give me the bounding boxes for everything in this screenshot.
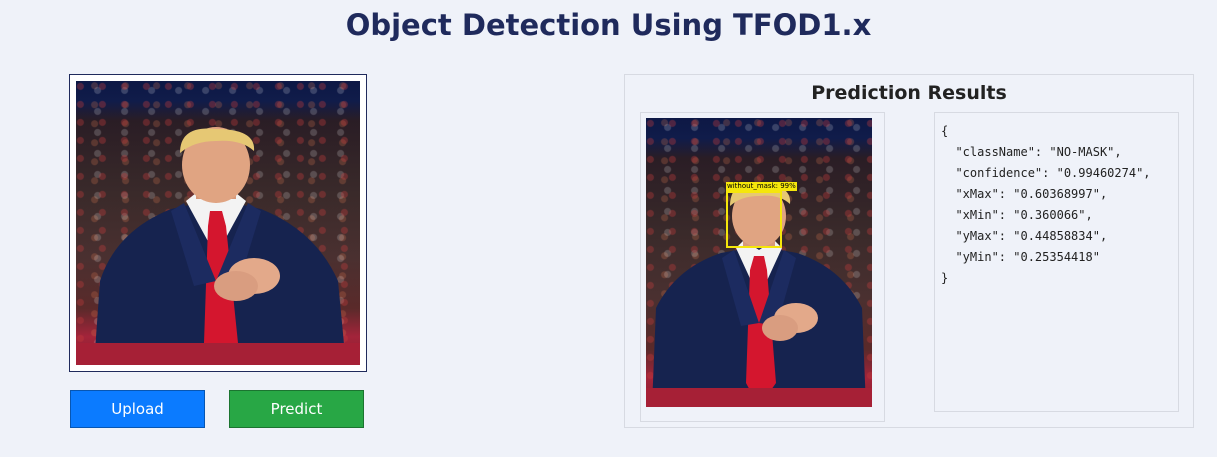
detection-box: [726, 191, 782, 248]
json-line: "yMin": "0.25354418": [941, 250, 1100, 264]
json-line: "xMin": "0.360066",: [941, 208, 1093, 222]
json-line: {: [941, 124, 949, 138]
json-line: "confidence": "0.99460274",: [941, 166, 1151, 180]
json-line: "yMax": "0.44858834",: [941, 229, 1108, 243]
upload-button[interactable]: Upload: [70, 390, 205, 428]
json-line: "xMax": "0.60368997",: [941, 187, 1108, 201]
json-line: "className": "NO-MASK",: [941, 145, 1122, 159]
predict-button[interactable]: Predict: [229, 390, 364, 428]
results-title: Prediction Results: [811, 82, 1007, 104]
page-title: Object Detection Using TFOD1.x: [345, 8, 872, 42]
result-image: without_mask: 99%: [646, 118, 872, 407]
json-line: }: [941, 271, 949, 285]
result-image-frame: without_mask: 99%: [640, 112, 885, 422]
input-image-frame: [69, 74, 367, 372]
prediction-json: { "className": "NO-MASK", "confidence": …: [934, 112, 1179, 412]
input-image: [76, 81, 360, 365]
detection-label: without_mask: 99%: [726, 182, 797, 191]
